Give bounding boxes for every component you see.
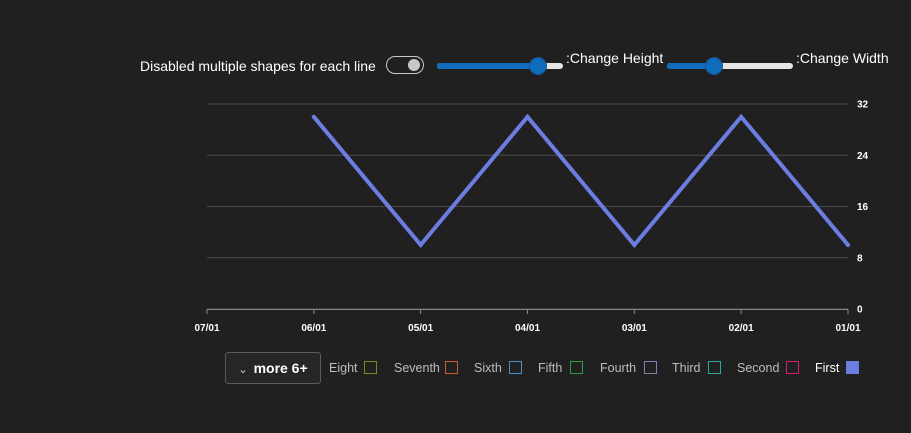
legend-item-label: Seventh: [394, 361, 440, 375]
axes: 0 8 16 24 32 07/01 06/01 05/01 04/01 03/01 02/01 01…: [194, 100, 868, 335]
legend-swatch: [364, 361, 377, 374]
chart-legend: ⌄ more 6+ Eight Seventh Sixth Fifth Fourth Thi…: [0, 352, 911, 386]
chevron-down-icon: ⌄: [238, 364, 248, 376]
legend-swatch: [445, 361, 458, 374]
legend-swatch: [644, 361, 657, 374]
series-lines: [311, 113, 850, 249]
x-tick-label: 03/01: [622, 323, 647, 334]
legend-swatch: [708, 361, 721, 374]
x-tick-label: 01/01: [835, 323, 860, 334]
y-tick-label: 32: [857, 100, 869, 111]
x-tick-label: 07/01: [194, 323, 219, 334]
legend-swatch: [509, 361, 522, 374]
y-tick-label: 16: [857, 202, 869, 213]
more-legend-button[interactable]: ⌄ more 6+: [225, 352, 321, 384]
legend-item-label: Fifth: [538, 361, 563, 375]
data-point[interactable]: [846, 242, 850, 247]
x-tick-label: 04/01: [515, 323, 540, 334]
legend-item-label: Third: [672, 361, 701, 375]
y-tick-label: 24: [857, 151, 869, 162]
legend-item-label: Sixth: [474, 361, 502, 375]
legend-item-label: Fourth: [600, 361, 637, 375]
legend-swatch: [846, 361, 859, 374]
data-point[interactable]: [632, 242, 637, 247]
legend-swatch: [570, 361, 583, 374]
legend-item-label: Eight: [329, 361, 358, 375]
data-point[interactable]: [525, 114, 530, 119]
series-line-0: [311, 113, 850, 249]
x-tick-label: 06/01: [301, 323, 326, 334]
legend-swatch: [786, 361, 799, 374]
legend-item-label: Second: [737, 361, 780, 375]
x-tick-label: 02/01: [729, 323, 754, 334]
data-point[interactable]: [739, 114, 744, 119]
data-point[interactable]: [418, 242, 423, 247]
y-tick-label: 0: [857, 305, 863, 316]
gridlines: [207, 103, 848, 310]
x-tick-label: 05/01: [408, 323, 433, 334]
legend-item-label: First: [815, 361, 840, 375]
data-point[interactable]: [311, 114, 316, 119]
more-legend-label: more 6+: [253, 360, 308, 376]
y-tick-label: 8: [857, 253, 863, 264]
